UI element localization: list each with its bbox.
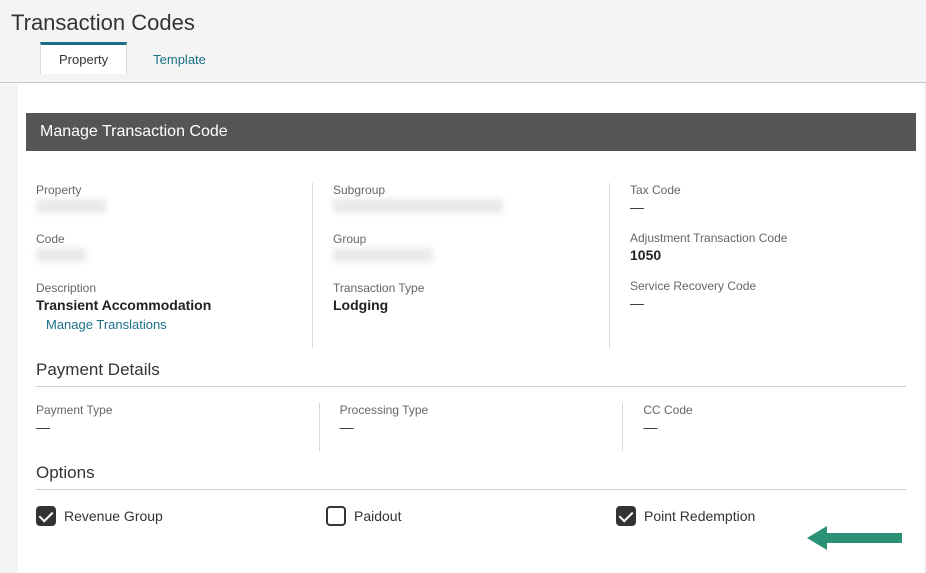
label-service-recovery: Service Recovery Code [630, 279, 876, 293]
option-revenue-group: Revenue Group [36, 506, 326, 526]
label-description: Description [36, 281, 282, 295]
label-property: Property [36, 183, 282, 197]
value-tax-code: — [630, 199, 876, 215]
field-description: Description Transient Accommodation Mana… [36, 281, 282, 332]
details-col-2: Subgroup Group Transaction Type Lodging [313, 183, 610, 348]
label-processing-type: Processing Type [340, 403, 603, 417]
value-adjustment-code: 1050 [630, 247, 876, 263]
field-adjustment-code: Adjustment Transaction Code 1050 [630, 231, 876, 263]
label-paidout: Paidout [354, 508, 401, 524]
field-processing-type: Processing Type — [340, 403, 603, 435]
field-tax-code: Tax Code — [630, 183, 876, 215]
page-header: Transaction Codes Property Template [0, 10, 926, 83]
page-title: Transaction Codes [10, 10, 916, 36]
tab-property[interactable]: Property [40, 42, 127, 74]
value-cc-code: — [643, 419, 906, 435]
field-transaction-type: Transaction Type Lodging [333, 281, 579, 313]
field-group: Group [333, 232, 579, 265]
label-code: Code [36, 232, 282, 246]
checkbox-paidout[interactable] [326, 506, 346, 526]
value-code [36, 248, 86, 262]
label-subgroup: Subgroup [333, 183, 579, 197]
label-cc-code: CC Code [643, 403, 906, 417]
option-paidout: Paidout [326, 506, 616, 526]
field-code: Code [36, 232, 282, 265]
label-adjustment-code: Adjustment Transaction Code [630, 231, 876, 245]
field-service-recovery: Service Recovery Code — [630, 279, 876, 311]
label-tax-code: Tax Code [630, 183, 876, 197]
options-row: Revenue Group Paidout Point Redemption [26, 490, 916, 526]
details-col-3: Tax Code — Adjustment Transaction Code 1… [610, 183, 906, 348]
value-service-recovery: — [630, 295, 876, 311]
option-point-redemption: Point Redemption [616, 506, 906, 526]
checkbox-revenue-group[interactable] [36, 506, 56, 526]
label-transaction-type: Transaction Type [333, 281, 579, 295]
tab-bar: Property Template [10, 42, 916, 74]
manage-translations-link[interactable]: Manage Translations [36, 317, 282, 332]
label-group: Group [333, 232, 579, 246]
content-area: Manage Transaction Code Property Code De… [18, 83, 924, 573]
payment-col-3: CC Code — [623, 403, 906, 451]
page-container: Transaction Codes Property Template Mana… [0, 0, 926, 573]
content-inner: Manage Transaction Code Property Code De… [18, 83, 924, 526]
field-property: Property [36, 183, 282, 216]
payment-details-heading: Payment Details [26, 348, 916, 386]
label-payment-type: Payment Type [36, 403, 299, 417]
payment-col-1: Payment Type — [36, 403, 320, 451]
label-revenue-group: Revenue Group [64, 508, 163, 524]
field-payment-type: Payment Type — [36, 403, 299, 435]
value-property [36, 199, 106, 213]
field-subgroup: Subgroup [333, 183, 579, 216]
value-transaction-type: Lodging [333, 297, 579, 313]
tab-template[interactable]: Template [135, 42, 224, 74]
value-subgroup [333, 199, 503, 213]
options-heading: Options [26, 451, 916, 489]
details-col-1: Property Code Description Transient Acco… [36, 183, 313, 348]
value-description: Transient Accommodation [36, 297, 282, 313]
checkbox-point-redemption[interactable] [616, 506, 636, 526]
value-payment-type: — [36, 419, 299, 435]
payment-grid: Payment Type — Processing Type — CC Code… [26, 387, 916, 451]
field-cc-code: CC Code — [643, 403, 906, 435]
manage-banner: Manage Transaction Code [26, 113, 916, 151]
value-group [333, 248, 433, 262]
label-point-redemption: Point Redemption [644, 508, 755, 524]
details-grid: Property Code Description Transient Acco… [26, 151, 916, 348]
value-processing-type: — [340, 419, 603, 435]
payment-col-2: Processing Type — [320, 403, 624, 451]
